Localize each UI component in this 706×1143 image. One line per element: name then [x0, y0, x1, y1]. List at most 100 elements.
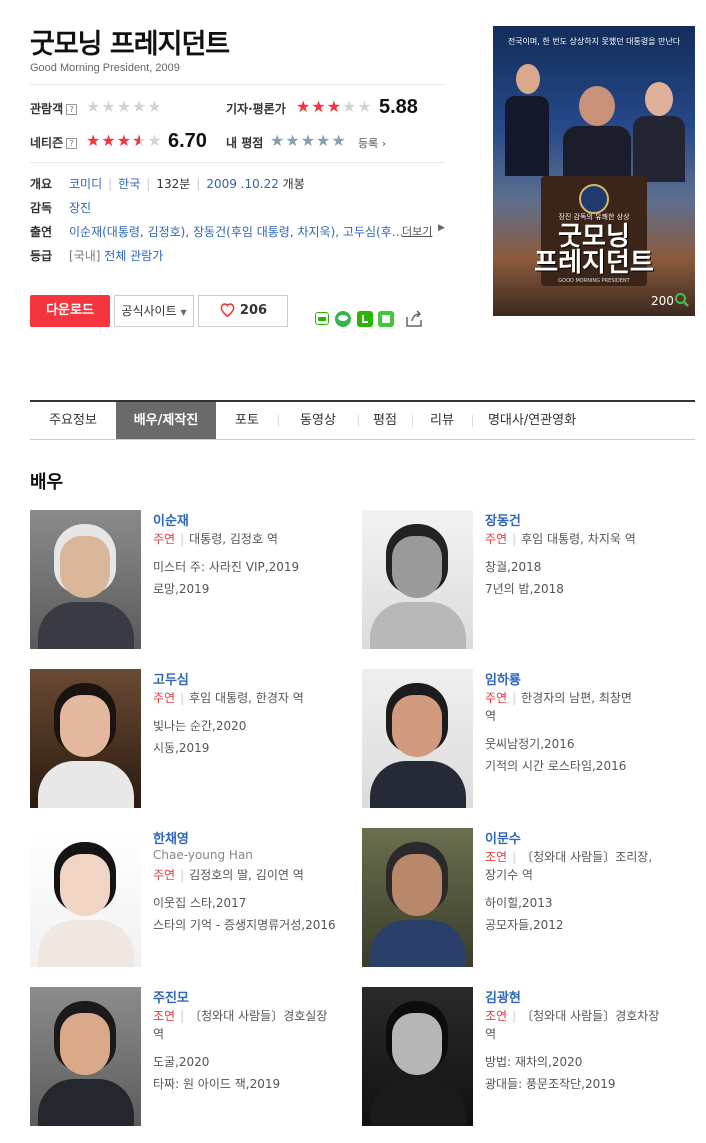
work-item[interactable]: 창궐,2018	[485, 556, 695, 578]
actor-works: 웃씨남정기,2016 기적의 시간 로스타임,2016	[485, 733, 695, 777]
role-name: 김정호의 딸, 김이연 역	[189, 868, 304, 882]
actor-works: 창궐,2018 7년의 밤,2018	[485, 556, 695, 600]
genre-link[interactable]: 코미디	[69, 177, 102, 191]
work-item[interactable]: 로망,2019	[153, 578, 363, 600]
actor-photo[interactable]	[30, 510, 141, 649]
work-item[interactable]: 스타의 기억 - 증생지명류거성,2016	[153, 914, 363, 936]
cast-key: 출연	[30, 225, 53, 239]
movie-poster[interactable]: 전국이며, 한 번도 상상하지 못했던 대통령을 만난다 장진 감독의 유쾌한 …	[493, 26, 695, 316]
actor-name[interactable]: 김광현	[485, 987, 521, 1006]
work-item[interactable]: 방법: 재차의,2020	[485, 1051, 695, 1073]
cast-role: (후임 대통령, 차지욱),	[226, 225, 340, 239]
actor-photo[interactable]	[362, 669, 473, 808]
band-share-icon[interactable]	[315, 312, 329, 325]
tab-cast-crew[interactable]: 배우/제작진	[116, 402, 216, 439]
official-site-button[interactable]: 공식사이트 ▼	[114, 295, 194, 327]
director-link[interactable]: 장진	[69, 199, 91, 216]
work-item[interactable]: 빛나는 순간,2020	[153, 715, 363, 737]
actor-photo[interactable]	[30, 828, 141, 967]
tab-photo[interactable]: 포토	[216, 402, 278, 439]
line-share-icon[interactable]	[335, 311, 351, 327]
cast-link[interactable]: 고두심	[343, 225, 376, 239]
grade-link[interactable]: 전체 관람가	[104, 249, 163, 263]
actor-name[interactable]: 한채영	[153, 828, 189, 847]
section-title: 배우	[30, 472, 64, 493]
role-type: 조연	[485, 850, 508, 864]
grade-row: 등급 [국내] 전체 관람가	[30, 247, 445, 265]
summary-row: 개요 코미디 | 한국 | 132분 | 2009 .10.22 개봉	[30, 177, 305, 191]
poster-en-title: GOOD MORNING PRESIDENT	[558, 278, 630, 284]
work-item[interactable]: 공모자들,2012	[485, 914, 695, 936]
work-item[interactable]: 미스터 주: 사라진 VIP,2019	[153, 556, 363, 578]
cast-role: (대통령, 김정호),	[102, 225, 190, 239]
work-item[interactable]: 이웃집 스타,2017	[153, 892, 363, 914]
like-button[interactable]: 206	[198, 295, 288, 327]
more-link[interactable]: 더보기	[402, 223, 432, 239]
director-key: 감독	[30, 201, 53, 215]
actor-name[interactable]: 장동건	[485, 510, 521, 529]
tab-review[interactable]: 리뷰	[412, 402, 472, 439]
actor-card: 임하룡 주연 | 한경자의 남편, 최창면 역 웃씨남정기,2016 기적의 시간 …	[362, 669, 692, 809]
role-type: 주연	[153, 868, 176, 882]
actor-card: 한채영 Chae-young Han 주연 | 김정호의 딸, 김이연 역 이웃집 …	[30, 828, 360, 968]
my-rating-label: 내 평점	[226, 136, 264, 150]
my-rating-stars[interactable]: ★★★★★	[270, 133, 347, 149]
help-icon[interactable]: ?	[66, 138, 78, 149]
cast-link[interactable]: 장동건	[193, 225, 226, 239]
actor-name[interactable]: 주진모	[153, 987, 189, 1006]
role-type: 주연	[485, 691, 508, 705]
cafe-share-icon[interactable]	[378, 311, 394, 327]
caret-down-icon: ▼	[180, 308, 187, 317]
actor-role: 주연 | 한경자의 남편, 최창면 역	[485, 689, 690, 725]
actor-card: 이문수 조연 | 〔청와대 사람들〕조리장, 장기수 역 하이힐,2013 공모자들…	[362, 828, 692, 968]
actor-works: 이웃집 스타,2017 스타의 기억 - 증생지명류거성,2016	[153, 892, 363, 936]
actor-name[interactable]: 임하룡	[485, 669, 521, 688]
actor-photo[interactable]	[30, 669, 141, 808]
work-item[interactable]: 웃씨남정기,2016	[485, 733, 695, 755]
divider	[30, 162, 445, 163]
register-rating-link[interactable]: 등록 ›	[358, 135, 386, 151]
role-name: 〔청와대 사람들〕경호차장	[521, 1009, 660, 1023]
tab-video[interactable]: 동영상	[278, 402, 358, 439]
actor-photo[interactable]	[30, 987, 141, 1126]
actor-name[interactable]: 고두심	[153, 669, 189, 688]
audience-stars: ★★★★★	[86, 97, 163, 116]
actor-photo[interactable]	[362, 510, 473, 649]
actor-card: 김광현 조연 | 〔청와대 사람들〕경호차장 역 방법: 재차의,2020 광대들:…	[362, 987, 692, 1127]
search-icon[interactable]	[674, 292, 690, 308]
work-item[interactable]: 시동,2019	[153, 737, 363, 759]
work-item[interactable]: 기적의 시간 로스타임,2016	[485, 755, 695, 777]
role-name-cont: 역	[485, 709, 497, 723]
country-link[interactable]: 한국	[118, 177, 140, 191]
actor-role: 주연 | 대통령, 김정호 역	[153, 532, 278, 546]
share-icon[interactable]	[404, 309, 424, 329]
work-item[interactable]: 도굴,2020	[153, 1051, 363, 1073]
work-item[interactable]: 7년의 밤,2018	[485, 578, 695, 600]
role-type: 주연	[153, 691, 176, 705]
divider	[30, 84, 445, 85]
actor-photo[interactable]	[362, 828, 473, 967]
triangle-right-icon: ▶	[438, 223, 445, 233]
summary-key: 개요	[30, 177, 53, 191]
help-icon[interactable]: ?	[66, 104, 78, 115]
role-name-cont: 역	[485, 1027, 497, 1041]
work-item[interactable]: 하이힐,2013	[485, 892, 695, 914]
actor-name[interactable]: 이문수	[485, 828, 521, 847]
tab-rating[interactable]: 평점	[358, 402, 412, 439]
tab-quotes-related[interactable]: 명대사/연관영화	[472, 402, 592, 439]
actor-name[interactable]: 이순재	[153, 510, 189, 529]
blog-share-icon[interactable]	[357, 311, 373, 327]
role-name: 〔청와대 사람들〕경호실장	[189, 1009, 328, 1023]
tab-main-info[interactable]: 주요정보	[30, 402, 116, 439]
release-date-link[interactable]: 2009 .10.22	[206, 177, 279, 191]
work-item[interactable]: 타짜: 원 아이드 잭,2019	[153, 1073, 363, 1095]
role-name: 대통령, 김정호 역	[189, 532, 278, 546]
work-item[interactable]: 광대들: 풍문조작단,2019	[485, 1073, 695, 1095]
download-button[interactable]: 다운로드	[30, 295, 110, 327]
grade-key: 등급	[30, 249, 53, 263]
actor-card: 이순재 주연 | 대통령, 김정호 역 미스터 주: 사라진 VIP,2019 로망…	[30, 510, 360, 650]
actor-photo[interactable]	[362, 987, 473, 1126]
poster-figure-center	[563, 86, 631, 186]
cast-link[interactable]: 이순재	[69, 225, 102, 239]
actor-role: 주연 | 김정호의 딸, 김이연 역	[153, 868, 304, 882]
